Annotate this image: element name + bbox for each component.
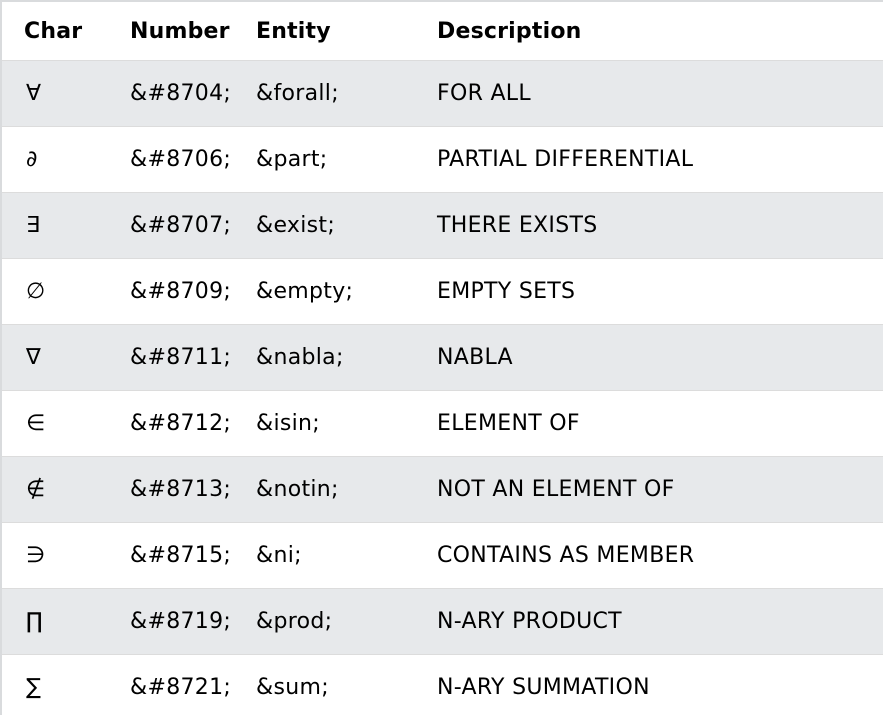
char-cell: ∋: [2, 523, 108, 589]
description-cell: THERE EXISTS: [415, 193, 883, 259]
char-cell: ∅: [2, 259, 108, 325]
table-header: Char Number Entity Description: [2, 2, 883, 61]
number-cell: &#8713;: [108, 457, 234, 523]
char-cell: ∑: [2, 655, 108, 720]
header-description: Description: [415, 2, 883, 61]
entity-cell: &part;: [234, 127, 415, 193]
header-char: Char: [2, 2, 108, 61]
table-row: ∅ &#8709; &empty; EMPTY SETS: [2, 259, 883, 325]
char-cell: ∈: [2, 391, 108, 457]
number-cell: &#8709;: [108, 259, 234, 325]
table-row: ∑ &#8721; &sum; N-ARY SUMMATION: [2, 655, 883, 720]
entity-cell: &prod;: [234, 589, 415, 655]
number-cell: &#8707;: [108, 193, 234, 259]
char-cell: ∇: [2, 325, 108, 391]
header-number: Number: [108, 2, 234, 61]
entity-cell: &ni;: [234, 523, 415, 589]
table-row: ∏ &#8719; &prod; N-ARY PRODUCT: [2, 589, 883, 655]
number-cell: &#8706;: [108, 127, 234, 193]
table-row: ∃ &#8707; &exist; THERE EXISTS: [2, 193, 883, 259]
number-cell: &#8712;: [108, 391, 234, 457]
char-cell: ∀: [2, 61, 108, 127]
number-cell: &#8711;: [108, 325, 234, 391]
number-cell: &#8721;: [108, 655, 234, 720]
description-cell: NOT AN ELEMENT OF: [415, 457, 883, 523]
header-entity: Entity: [234, 2, 415, 61]
char-cell: ∏: [2, 589, 108, 655]
table-row: ∀ &#8704; &forall; FOR ALL: [2, 61, 883, 127]
char-cell: ∃: [2, 193, 108, 259]
entity-cell: &empty;: [234, 259, 415, 325]
description-cell: CONTAINS AS MEMBER: [415, 523, 883, 589]
number-cell: &#8719;: [108, 589, 234, 655]
number-cell: &#8704;: [108, 61, 234, 127]
entity-cell: &forall;: [234, 61, 415, 127]
header-row: Char Number Entity Description: [2, 2, 883, 61]
char-cell: ∂: [2, 127, 108, 193]
description-cell: NABLA: [415, 325, 883, 391]
entity-cell: &notin;: [234, 457, 415, 523]
table-row: ∈ &#8712; &isin; ELEMENT OF: [2, 391, 883, 457]
table-body: ∀ &#8704; &forall; FOR ALL ∂ &#8706; &pa…: [2, 61, 883, 720]
description-cell: N-ARY PRODUCT: [415, 589, 883, 655]
entity-reference-table: Char Number Entity Description ∀ &#8704;…: [2, 2, 883, 720]
entity-cell: &isin;: [234, 391, 415, 457]
entity-reference-table-container: Char Number Entity Description ∀ &#8704;…: [0, 0, 883, 715]
description-cell: FOR ALL: [415, 61, 883, 127]
char-cell: ∉: [2, 457, 108, 523]
entity-cell: &exist;: [234, 193, 415, 259]
table-row: ∂ &#8706; &part; PARTIAL DIFFERENTIAL: [2, 127, 883, 193]
description-cell: EMPTY SETS: [415, 259, 883, 325]
entity-cell: &nabla;: [234, 325, 415, 391]
table-row: ∇ &#8711; &nabla; NABLA: [2, 325, 883, 391]
entity-cell: &sum;: [234, 655, 415, 720]
table-row: ∋ &#8715; &ni; CONTAINS AS MEMBER: [2, 523, 883, 589]
description-cell: N-ARY SUMMATION: [415, 655, 883, 720]
number-cell: &#8715;: [108, 523, 234, 589]
description-cell: PARTIAL DIFFERENTIAL: [415, 127, 883, 193]
table-row: ∉ &#8713; &notin; NOT AN ELEMENT OF: [2, 457, 883, 523]
description-cell: ELEMENT OF: [415, 391, 883, 457]
